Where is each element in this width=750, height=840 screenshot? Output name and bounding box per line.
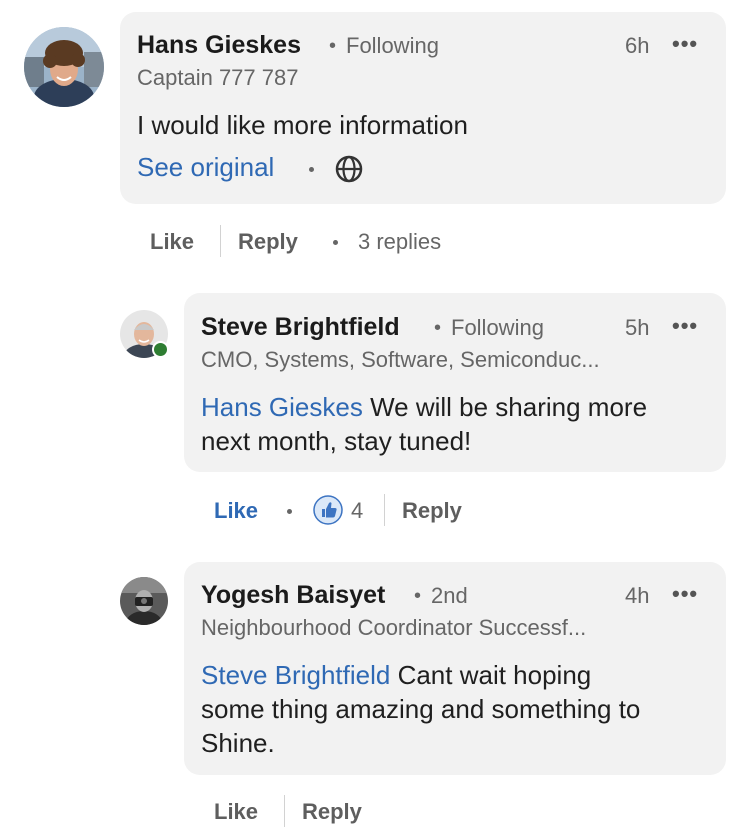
comment-text: Hans Gieskes We will be sharing more nex…	[201, 390, 711, 458]
reaction-count[interactable]: 4	[351, 498, 363, 524]
like-button[interactable]: Like	[214, 498, 258, 524]
avatar[interactable]	[24, 27, 104, 107]
avatar-wrapper[interactable]	[120, 310, 170, 360]
comment-text: I would like more information	[137, 110, 468, 140]
separator-dot	[333, 240, 338, 245]
reply-button[interactable]: Reply	[402, 498, 462, 524]
action-divider	[220, 225, 221, 257]
avatar-photo	[120, 577, 168, 625]
replies-count-link[interactable]: 3 replies	[358, 229, 441, 255]
author-name[interactable]: Steve Brightfield	[201, 313, 400, 342]
connection-status: Following	[346, 33, 439, 58]
action-divider	[384, 494, 385, 526]
connection-status: Following	[451, 315, 544, 340]
connection-status: 2nd	[431, 583, 468, 608]
separator-dot	[309, 167, 314, 172]
author-headline: Neighbourhood Coordinator Successf...	[201, 615, 587, 640]
mention-link[interactable]: Hans Gieskes	[201, 392, 363, 422]
author-name[interactable]: Hans Gieskes	[137, 31, 301, 60]
author-headline: CMO, Systems, Software, Semiconduc...	[201, 347, 600, 372]
more-icon[interactable]: •••	[672, 313, 698, 339]
globe-icon	[334, 154, 364, 184]
like-reaction-icon[interactable]	[313, 495, 343, 525]
more-icon[interactable]: •••	[672, 581, 698, 607]
see-original-link[interactable]: See original	[137, 152, 274, 183]
like-button[interactable]: Like	[214, 799, 258, 825]
timestamp: 4h	[625, 583, 650, 608]
separator-dot: •	[434, 317, 442, 339]
reply-button[interactable]: Reply	[238, 229, 298, 255]
like-button[interactable]: Like	[150, 229, 194, 255]
separator-dot: •	[414, 585, 422, 607]
mention-link[interactable]: Steve Brightfield	[201, 660, 390, 690]
more-icon[interactable]: •••	[672, 31, 698, 57]
separator-dot	[287, 509, 292, 514]
separator-dot: •	[329, 35, 337, 57]
action-divider	[284, 795, 285, 827]
comment-text-line: next month, stay tuned!	[201, 426, 472, 456]
author-headline: Captain 777 787	[137, 65, 299, 90]
comment-text-line: We will be sharing more	[370, 392, 648, 422]
online-status-indicator	[152, 341, 169, 358]
avatar[interactable]	[120, 577, 168, 625]
reply-button[interactable]: Reply	[302, 799, 362, 825]
timestamp: 5h	[625, 315, 650, 340]
comment-text-line: some thing amazing and something to	[201, 694, 641, 724]
avatar-photo	[24, 27, 104, 107]
author-name[interactable]: Yogesh Baisyet	[201, 581, 385, 610]
timestamp: 6h	[625, 33, 650, 58]
comment-text-line: Shine.	[201, 728, 275, 758]
comment-text: Steve Brightfield Cant wait hoping some …	[201, 658, 711, 760]
comment-text-line: Cant wait hoping	[397, 660, 592, 690]
